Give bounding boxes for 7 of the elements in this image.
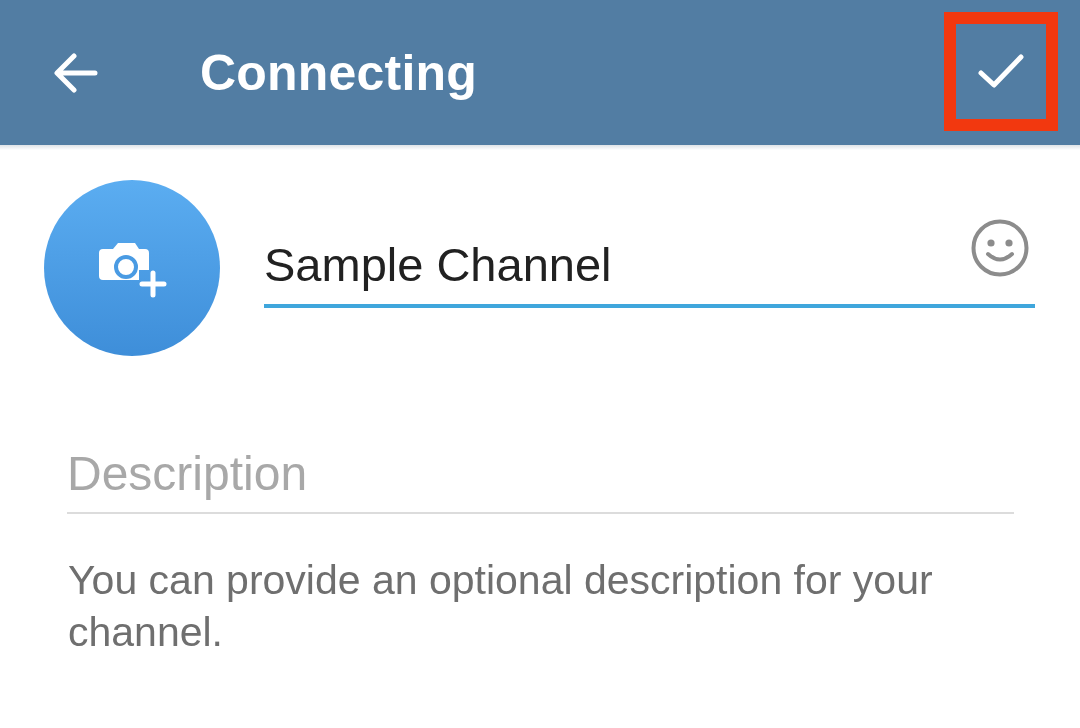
checkmark-icon [978, 54, 1024, 88]
toolbar-title: Connecting [200, 47, 477, 98]
back-arrow-icon [54, 52, 98, 93]
description-hint: You can provide an optional description for your channel. [68, 556, 934, 657]
name-field[interactable]: Sample Channel [264, 215, 1035, 308]
smiley-icon[interactable] [971, 219, 1029, 277]
description-field[interactable]: Description [67, 438, 1014, 514]
